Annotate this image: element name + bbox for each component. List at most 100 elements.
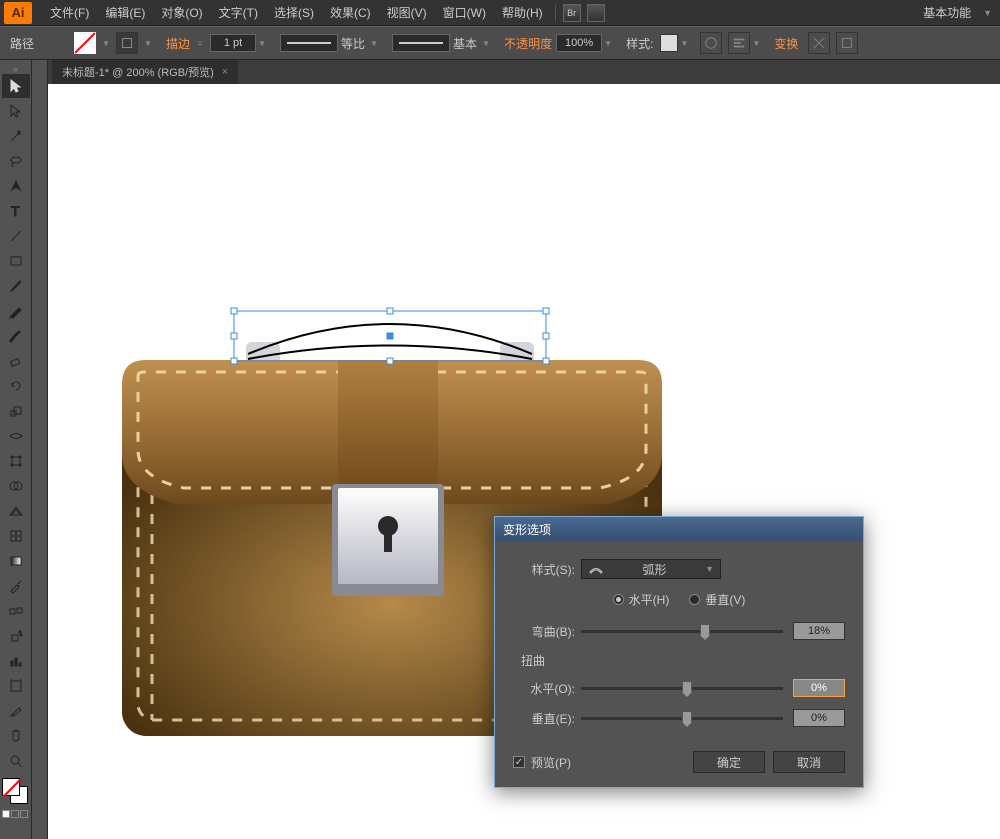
paintbrush-tool[interactable] [2, 274, 30, 298]
align-panel-icon[interactable] [728, 32, 750, 54]
line-segment-tool[interactable] [2, 224, 30, 248]
cancel-button[interactable]: 取消 [773, 751, 845, 773]
symbol-sprayer-tool[interactable] [2, 624, 30, 648]
menu-object[interactable]: 对象(O) [153, 4, 210, 21]
hand-tool[interactable] [2, 724, 30, 748]
chevron-down-icon[interactable]: ▼ [750, 39, 762, 48]
orientation-radios: 水平(H) 垂直(V) [513, 591, 845, 608]
menu-type[interactable]: 文字(T) [211, 4, 266, 21]
column-graph-tool[interactable] [2, 649, 30, 673]
zoom-tool[interactable] [2, 749, 30, 773]
document-tab-label: 未标题-1* @ 200% (RGB/预览) [62, 64, 214, 80]
eraser-tool[interactable] [2, 349, 30, 373]
arrange-documents-icon[interactable] [587, 4, 605, 22]
blend-tool[interactable] [2, 599, 30, 623]
chevron-down-icon[interactable]: ▼ [979, 8, 996, 18]
blob-brush-tool[interactable] [2, 324, 30, 348]
rectangle-tool[interactable] [2, 249, 30, 273]
slice-tool[interactable] [2, 699, 30, 723]
panel-grip-icon[interactable]: » [0, 64, 31, 74]
chevron-down-icon[interactable]: ▼ [100, 39, 112, 48]
fill-swatch[interactable] [74, 32, 96, 54]
svg-text:T: T [11, 203, 20, 219]
magic-wand-tool[interactable] [2, 124, 30, 148]
pencil-tool[interactable] [2, 299, 30, 323]
fill-stroke-swatches[interactable] [2, 778, 30, 806]
menu-bar: Ai 文件(F) 编辑(E) 对象(O) 文字(T) 选择(S) 效果(C) 视… [0, 0, 1000, 26]
chevron-down-icon[interactable]: ▼ [142, 39, 154, 48]
draw-mode-buttons[interactable] [2, 810, 31, 818]
bridge-icon[interactable]: Br [563, 4, 581, 22]
menu-edit[interactable]: 编辑(E) [97, 4, 153, 21]
chevron-down-icon[interactable]: ▼ [368, 39, 380, 48]
graphic-style-swatch[interactable] [660, 34, 678, 52]
vertical-distort-value[interactable]: 0% [793, 709, 845, 727]
free-transform-tool[interactable] [2, 449, 30, 473]
selection-type-label: 路径 [10, 35, 34, 52]
stroke-swatch[interactable] [116, 32, 138, 54]
workspace-switcher[interactable]: 基本功能 [915, 4, 979, 21]
stroke-weight-input[interactable]: 1 pt [210, 34, 256, 52]
menu-select[interactable]: 选择(S) [266, 4, 322, 21]
horizontal-distort-value[interactable]: 0% [793, 679, 845, 697]
bend-value[interactable]: 18% [793, 622, 845, 640]
stepper-icon[interactable]: ≑ [194, 39, 206, 48]
scale-tool[interactable] [2, 399, 30, 423]
chevron-down-icon[interactable]: ▼ [678, 39, 690, 48]
close-icon[interactable]: × [222, 66, 228, 78]
isolate-icon[interactable] [808, 32, 830, 54]
perspective-grid-tool[interactable] [2, 499, 30, 523]
artboard-tool[interactable] [2, 674, 30, 698]
opacity-input[interactable]: 100% [556, 34, 602, 52]
selection-tool[interactable] [2, 74, 30, 98]
radio-vertical[interactable]: 垂直(V) [689, 591, 745, 608]
lasso-tool[interactable] [2, 149, 30, 173]
radio-horizontal[interactable]: 水平(H) [613, 591, 670, 608]
radio-v-label: 垂直(V) [705, 591, 745, 608]
vertical-distort-label: 垂直(E): [513, 710, 575, 727]
vertical-distort-slider[interactable] [581, 717, 783, 720]
warp-style-select[interactable]: 弧形 ▼ [581, 559, 721, 579]
dialog-title-bar[interactable]: 变形选项 [495, 517, 863, 541]
bend-label: 弯曲(B): [513, 623, 575, 640]
document-tab[interactable]: 未标题-1* @ 200% (RGB/预览) × [52, 60, 238, 84]
bend-slider[interactable] [581, 630, 783, 633]
horizontal-distort-slider[interactable] [581, 687, 783, 690]
rotate-tool[interactable] [2, 374, 30, 398]
gradient-tool[interactable] [2, 549, 30, 573]
menu-effect[interactable]: 效果(C) [322, 4, 379, 21]
radio-h-label: 水平(H) [629, 591, 670, 608]
stroke-label: 描边 [166, 35, 190, 52]
menu-file[interactable]: 文件(F) [42, 4, 97, 21]
chevron-down-icon[interactable]: ▼ [256, 39, 268, 48]
menu-view[interactable]: 视图(V) [379, 4, 435, 21]
chevron-down-icon[interactable]: ▼ [480, 39, 492, 48]
variable-width-profile[interactable] [280, 34, 338, 52]
arc-icon [588, 563, 604, 575]
recolor-artwork-icon[interactable] [700, 32, 722, 54]
chevron-down-icon[interactable]: ▼ [602, 39, 614, 48]
ok-button[interactable]: 确定 [693, 751, 765, 773]
type-tool[interactable]: T [2, 199, 30, 223]
style-label: 样式(S): [513, 561, 575, 578]
fill-color-swatch[interactable] [2, 778, 20, 796]
document-tab-bar: 未标题-1* @ 200% (RGB/预览) × [48, 60, 1000, 84]
pen-tool[interactable] [2, 174, 30, 198]
collapsed-panel-strip[interactable] [32, 60, 48, 839]
opacity-label: 不透明度 [504, 35, 552, 52]
tools-panel: » T [0, 60, 32, 839]
brush-definition[interactable] [392, 34, 450, 52]
transform-panel-icon[interactable] [836, 32, 858, 54]
preview-checkbox[interactable]: ✓ [513, 756, 525, 768]
direct-selection-tool[interactable] [2, 99, 30, 123]
mesh-tool[interactable] [2, 524, 30, 548]
shape-builder-tool[interactable] [2, 474, 30, 498]
eyedropper-tool[interactable] [2, 574, 30, 598]
width-tool[interactable] [2, 424, 30, 448]
chevron-down-icon: ▼ [705, 564, 714, 574]
menu-window[interactable]: 窗口(W) [435, 4, 494, 21]
menu-help[interactable]: 帮助(H) [494, 4, 551, 21]
profile-label: 等比 [341, 35, 365, 52]
preview-label: 预览(P) [531, 754, 685, 771]
brush-label: 基本 [453, 35, 477, 52]
